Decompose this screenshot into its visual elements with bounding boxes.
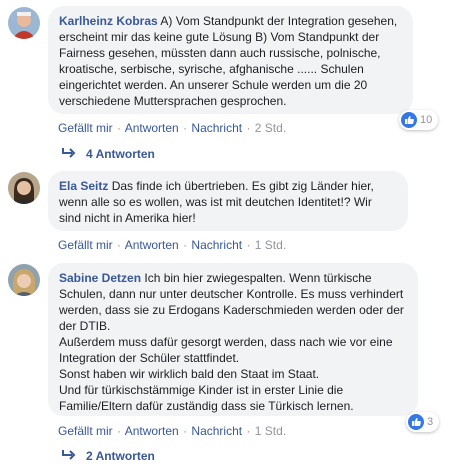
avatar[interactable] xyxy=(8,172,40,204)
comment-text: A) Vom Standpunkt der Integration gesehe… xyxy=(59,14,401,108)
reply-link[interactable]: Antworten xyxy=(125,238,179,252)
thumbs-up-icon xyxy=(401,112,417,128)
separator: · xyxy=(117,121,122,135)
comment-actions: Gefällt mir · Antworten · Nachricht · 1 … xyxy=(58,237,286,253)
comment-actions: Gefällt mir · Antworten · Nachricht · 2 … xyxy=(58,120,286,136)
separator: · xyxy=(246,238,251,252)
separator: · xyxy=(246,424,251,438)
separator: · xyxy=(183,121,188,135)
reaction-badge[interactable]: 3 xyxy=(406,412,440,432)
view-replies-link[interactable]: 2 Antworten xyxy=(60,447,155,465)
timestamp[interactable]: 2 Std. xyxy=(255,121,286,135)
message-link[interactable]: Nachricht xyxy=(191,121,242,135)
separator: · xyxy=(117,238,122,252)
comment-actions: Gefällt mir · Antworten · Nachricht · 1 … xyxy=(58,423,286,439)
avatar[interactable] xyxy=(8,264,40,296)
comment-author[interactable]: Ela Seitz xyxy=(59,179,108,193)
view-replies-link[interactable]: 4 Antworten xyxy=(60,145,155,163)
reply-arrow-icon xyxy=(60,146,80,164)
comment-bubble: Sabine Detzen Ich bin hier zwiegespalten… xyxy=(48,263,418,416)
reaction-count: 3 xyxy=(427,416,434,428)
separator: · xyxy=(183,238,188,252)
comment-author[interactable]: Karlheinz Kobras xyxy=(59,14,158,28)
comment-text: Ich bin hier zwiegespalten. Wenn türkisc… xyxy=(59,271,404,413)
separator: · xyxy=(183,424,188,438)
message-link[interactable]: Nachricht xyxy=(191,238,242,252)
reply-link[interactable]: Antworten xyxy=(125,424,179,438)
like-link[interactable]: Gefällt mir xyxy=(58,121,113,135)
replies-count: 2 Antworten xyxy=(86,449,155,463)
timestamp[interactable]: 1 Std. xyxy=(255,238,286,252)
reply-link[interactable]: Antworten xyxy=(125,121,179,135)
thumbs-up-icon xyxy=(408,414,424,430)
comment-bubble: Karlheinz Kobras A) Vom Standpunkt der I… xyxy=(48,6,413,114)
separator: · xyxy=(117,424,122,438)
timestamp[interactable]: 1 Std. xyxy=(255,424,286,438)
like-link[interactable]: Gefällt mir xyxy=(58,238,113,252)
message-link[interactable]: Nachricht xyxy=(191,424,242,438)
comment-bubble: Ela Seitz Das finde ich übertrieben. Es … xyxy=(48,171,408,231)
separator: · xyxy=(246,121,251,135)
reaction-count: 10 xyxy=(420,114,433,126)
reaction-badge[interactable]: 10 xyxy=(399,110,439,130)
like-link[interactable]: Gefällt mir xyxy=(58,424,113,438)
avatar[interactable] xyxy=(8,7,40,39)
comment-author[interactable]: Sabine Detzen xyxy=(59,271,141,285)
replies-count: 4 Antworten xyxy=(86,147,155,161)
reply-arrow-icon xyxy=(60,448,80,466)
